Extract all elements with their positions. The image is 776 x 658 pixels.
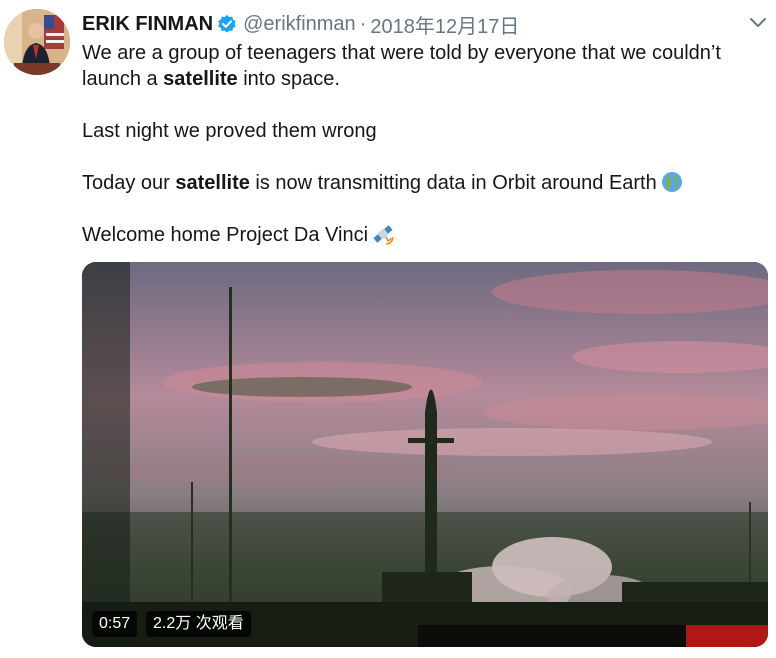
author-name[interactable]: ERIK FINMAN <box>82 13 213 36</box>
video-frame <box>82 262 768 647</box>
video-duration: 0:57 <box>92 611 138 637</box>
tweet-date[interactable]: 2018年12月17日 <box>370 10 519 39</box>
text-run: Welcome home Project Da Vinci <box>82 224 369 246</box>
tweet-paragraph-2: Last night we proved them wrong <box>82 118 762 144</box>
satellite-emoji-icon <box>372 223 394 245</box>
broadcast-overlay <box>418 625 768 647</box>
avatar[interactable] <box>4 9 70 75</box>
globe-emoji-icon <box>661 171 683 193</box>
tweet: ERIK FINMAN @erikfinman · 2018年12月17日 We… <box>0 0 776 658</box>
video-player[interactable]: 0:57 2.2万 次观看 <box>82 262 768 647</box>
verified-badge-icon <box>217 14 237 34</box>
bold-satellite: satellite <box>175 172 250 194</box>
telemetry-sidebar <box>82 262 130 647</box>
text-run: into space. <box>237 68 340 90</box>
text-run: Today our <box>82 172 176 194</box>
tweet-paragraph-3: Today our satellite is now transmitting … <box>82 170 762 196</box>
chevron-down-icon[interactable] <box>748 12 768 32</box>
separator-dot: · <box>359 12 367 35</box>
view-count: 2.2万 次观看 <box>146 611 251 637</box>
bold-satellite: satellite <box>163 68 238 90</box>
tweet-header: ERIK FINMAN @erikfinman · 2018年12月17日 <box>82 10 519 38</box>
tweet-paragraph-4: Welcome home Project Da Vinci <box>82 222 762 248</box>
text-run: Last night we proved them wrong <box>82 120 377 142</box>
author-handle[interactable]: @erikfinman <box>243 13 356 36</box>
tweet-paragraph-1: We are a group of teenagers that were to… <box>82 40 762 92</box>
live-indicator <box>686 625 768 647</box>
text-run: is now transmitting data in Orbit around… <box>249 172 657 194</box>
tweet-text: We are a group of teenagers that were to… <box>82 40 762 274</box>
